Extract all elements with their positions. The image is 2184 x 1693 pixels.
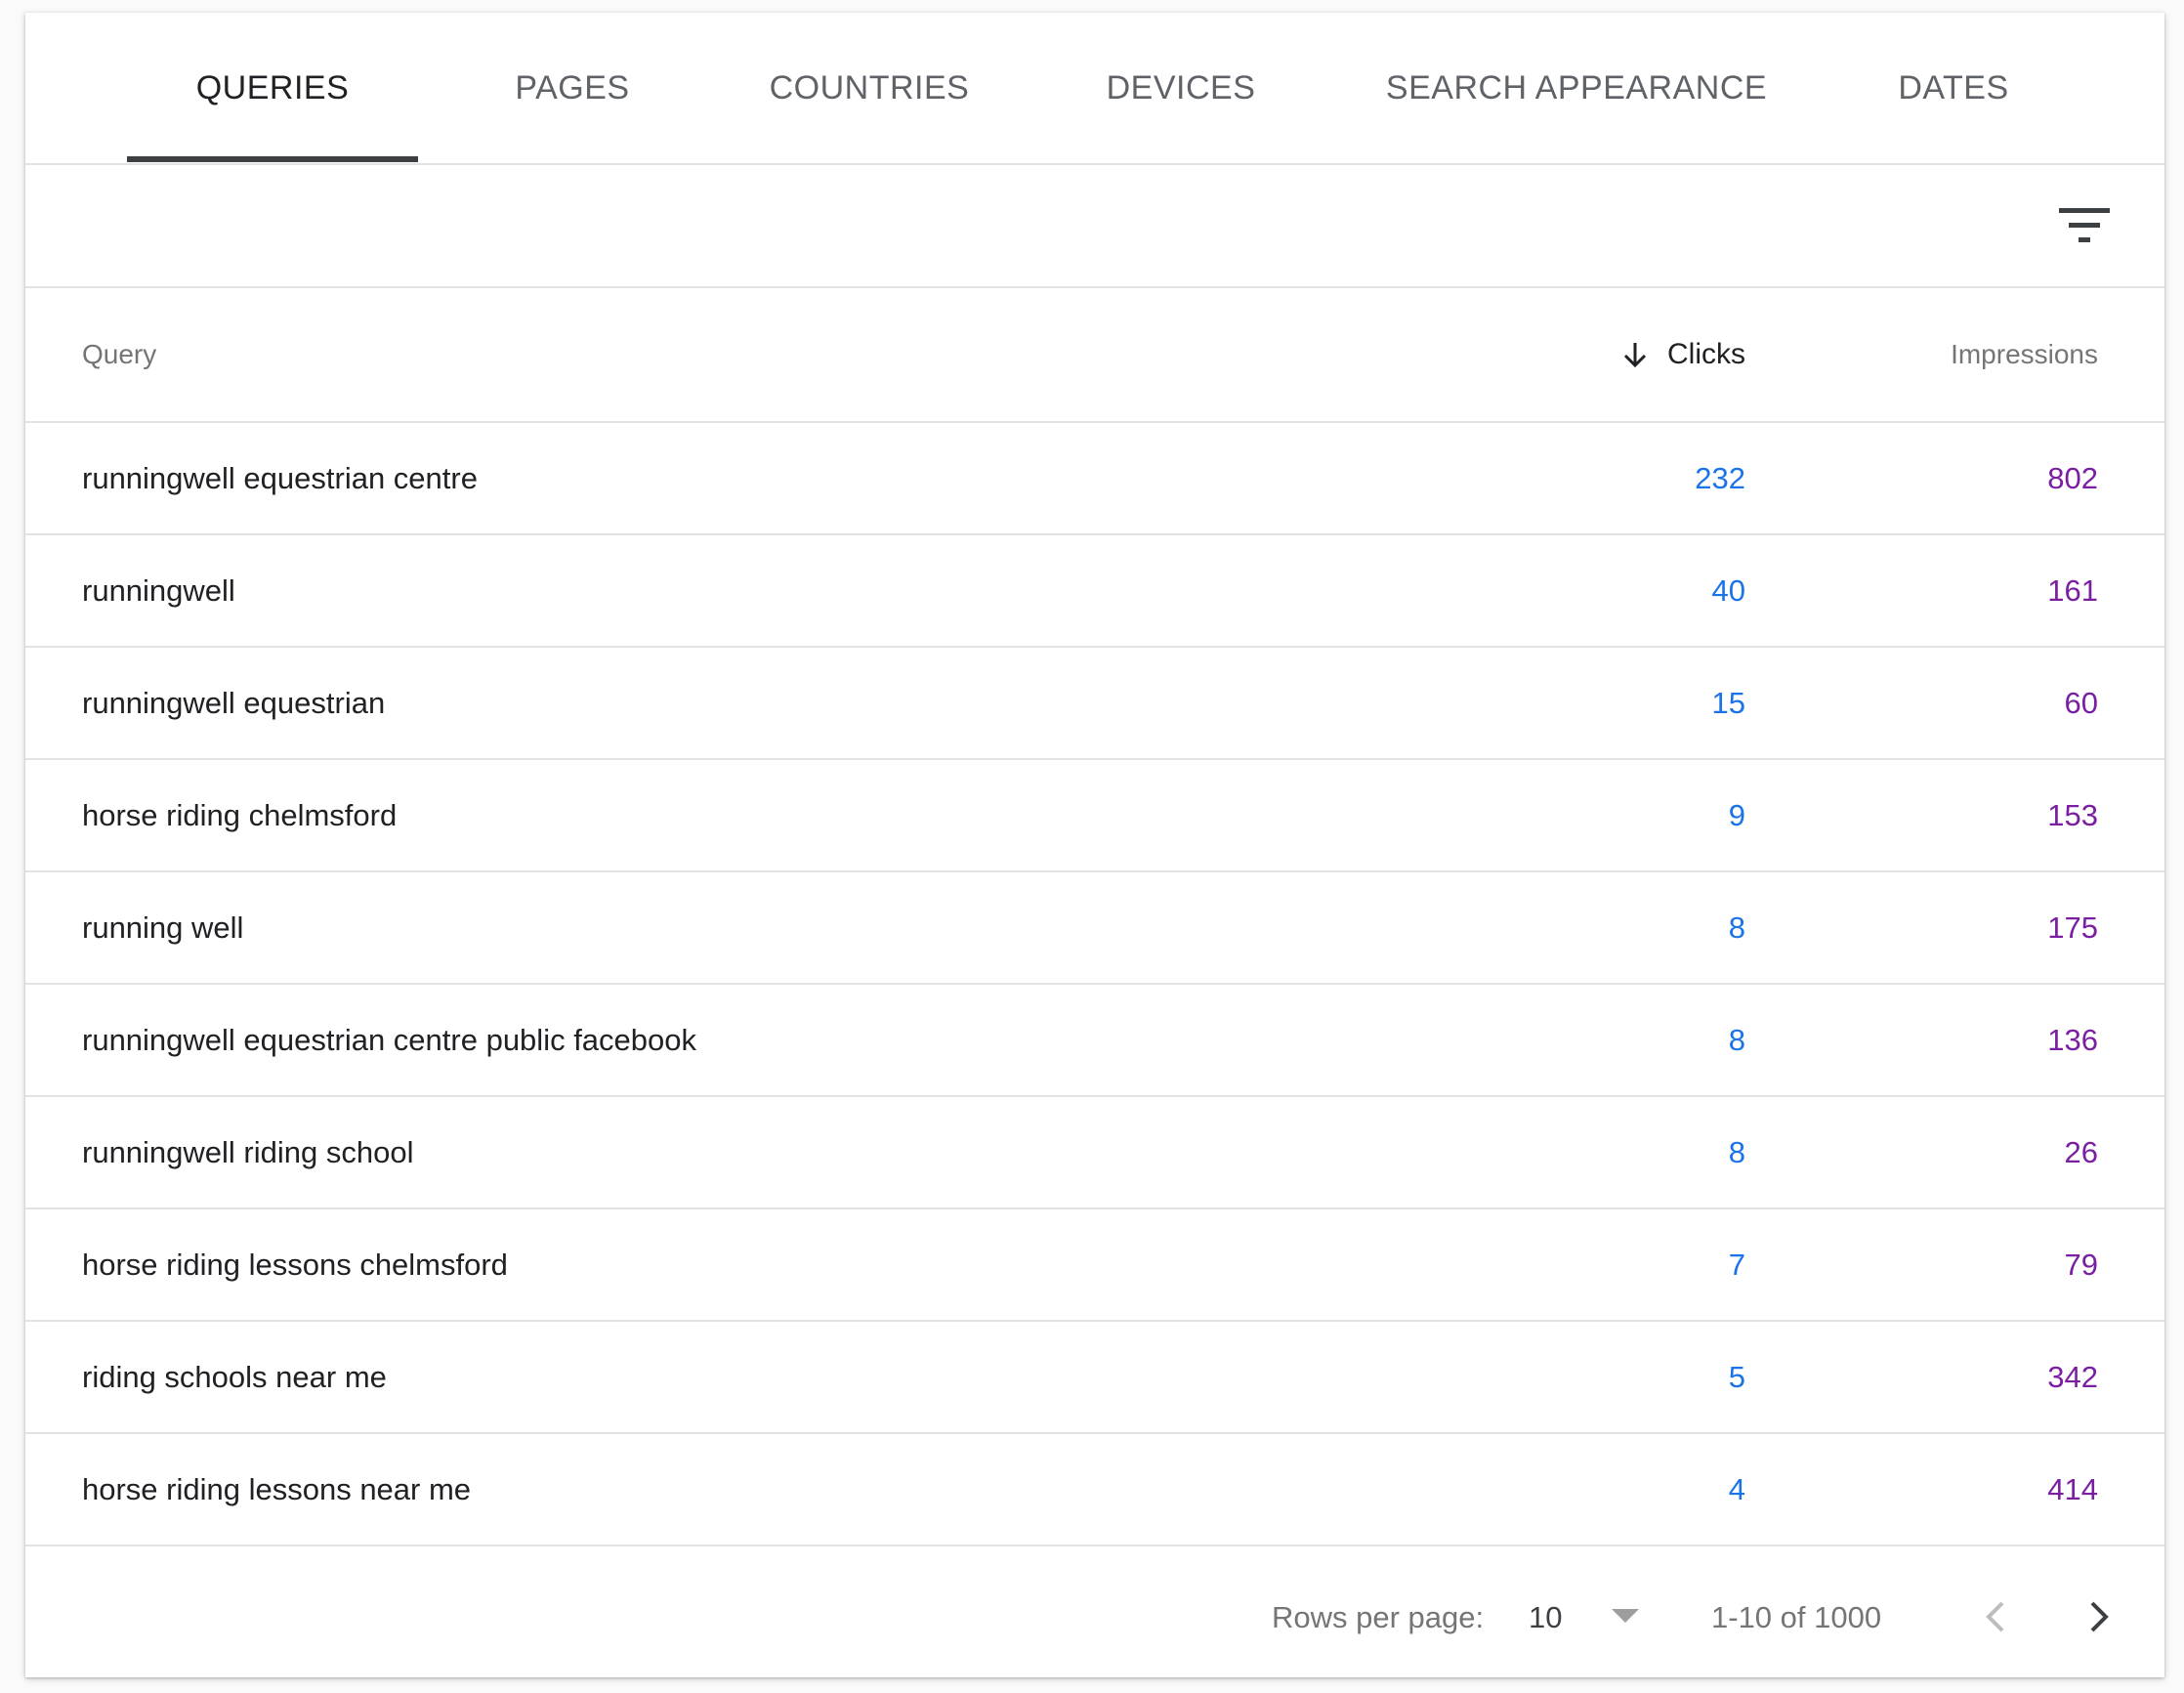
performance-table-card: QUERIES PAGES COUNTRIES DEVICES SEARCH A…: [25, 13, 2164, 1677]
tab-pages[interactable]: PAGES: [451, 13, 693, 163]
tab-countries[interactable]: COUNTRIES: [725, 13, 1014, 163]
dropdown-caret-icon[interactable]: [1612, 1609, 1639, 1623]
cell-clicks: 8: [1728, 1022, 1745, 1057]
table-row[interactable]: runningwell 40 161: [25, 535, 2164, 648]
cell-impressions: 153: [2047, 797, 2098, 832]
cell-clicks: 5: [1728, 1359, 1745, 1394]
cell-clicks: 9: [1728, 797, 1745, 832]
cell-impressions: 342: [2047, 1359, 2098, 1394]
cell-query: riding schools near me: [82, 1359, 387, 1394]
cell-clicks: 232: [1695, 460, 1745, 495]
cell-impressions: 26: [2064, 1134, 2098, 1169]
cell-query: runningwell equestrian centre public fac…: [82, 1022, 697, 1057]
table-row[interactable]: runningwell equestrian 15 60: [25, 648, 2164, 760]
cell-query: horse riding chelmsford: [82, 797, 398, 832]
cell-query: runningwell: [82, 572, 235, 608]
filter-list-icon[interactable]: [2057, 200, 2112, 251]
tab-queries[interactable]: QUERIES: [127, 13, 418, 163]
pagination-range: 1-10 of 1000: [1711, 1600, 1882, 1634]
cell-query: runningwell equestrian centre: [82, 460, 478, 495]
table-toolbar: [25, 165, 2164, 288]
cell-query: running well: [82, 910, 244, 945]
table-row[interactable]: runningwell equestrian centre 232 802: [25, 423, 2164, 535]
cell-query: runningwell riding school: [82, 1134, 414, 1169]
table-row[interactable]: horse riding chelmsford 9 153: [25, 760, 2164, 872]
cell-query: horse riding lessons near me: [82, 1471, 472, 1506]
column-header-clicks-label: Clicks: [1667, 338, 1745, 370]
chevron-left-icon[interactable]: [1967, 1587, 2026, 1646]
table-row[interactable]: runningwell riding school 8 26: [25, 1097, 2164, 1209]
cell-impressions: 136: [2047, 1022, 2098, 1057]
cell-clicks: 4: [1728, 1471, 1745, 1506]
cell-impressions: 175: [2047, 910, 2098, 945]
tab-search-appearance[interactable]: SEARCH APPEARANCE: [1354, 13, 1799, 163]
rows-per-page-label: Rows per page:: [1272, 1600, 1485, 1634]
arrow-downward-icon: [1623, 343, 1647, 368]
active-tab-indicator: [127, 156, 418, 162]
table-row[interactable]: horse riding lessons near me 4 414: [25, 1434, 2164, 1546]
tab-devices[interactable]: DEVICES: [1045, 13, 1317, 163]
cell-impressions: 79: [2064, 1247, 2098, 1282]
cell-impressions: 414: [2047, 1471, 2098, 1506]
cell-impressions: 802: [2047, 460, 2098, 495]
cell-query: horse riding lessons chelmsford: [82, 1247, 508, 1282]
table-header: Query Clicks Impressions: [25, 288, 2164, 423]
column-header-clicks[interactable]: Clicks: [1620, 288, 1745, 421]
tab-dates[interactable]: DATES: [1834, 13, 2073, 163]
rows-per-page-select[interactable]: 10: [1529, 1558, 1562, 1677]
dimension-tabs: QUERIES PAGES COUNTRIES DEVICES SEARCH A…: [25, 13, 2164, 165]
table-row[interactable]: runningwell equestrian centre public fac…: [25, 985, 2164, 1097]
cell-clicks: 8: [1728, 910, 1745, 945]
table-row[interactable]: running well 8 175: [25, 872, 2164, 985]
cell-impressions: 60: [2064, 685, 2098, 720]
cell-query: runningwell equestrian: [82, 685, 386, 720]
cell-clicks: 8: [1728, 1134, 1745, 1169]
cell-clicks: 15: [1711, 685, 1745, 720]
chevron-right-icon[interactable]: [2069, 1587, 2127, 1646]
column-header-query[interactable]: Query: [82, 288, 156, 421]
column-header-impressions[interactable]: Impressions: [1951, 288, 2098, 421]
table-row[interactable]: horse riding lessons chelmsford 7 79: [25, 1209, 2164, 1322]
cell-impressions: 161: [2047, 572, 2098, 608]
cell-clicks: 7: [1728, 1247, 1745, 1282]
cell-clicks: 40: [1711, 572, 1745, 608]
table-row[interactable]: riding schools near me 5 342: [25, 1322, 2164, 1434]
pagination-bar: Rows per page: 10 1-10 of 1000: [25, 1558, 2164, 1677]
